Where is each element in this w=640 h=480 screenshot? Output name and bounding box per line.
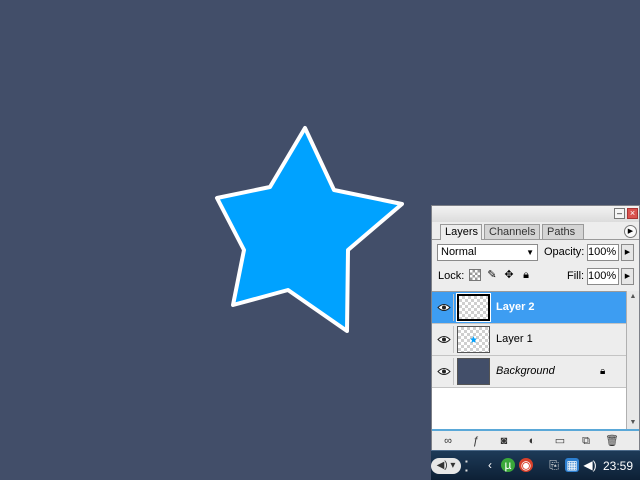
tab-layers[interactable]: Layers: [440, 224, 482, 240]
utorrent-icon[interactable]: µ: [501, 458, 515, 472]
volume-icon[interactable]: ◀): [583, 458, 597, 472]
lock-icon: 🔒︎: [600, 366, 606, 377]
tab-paths[interactable]: Paths: [542, 224, 584, 239]
visibility-toggle[interactable]: [434, 326, 454, 353]
eye-icon: [437, 368, 451, 375]
visibility-toggle[interactable]: [434, 294, 454, 321]
palette-footer: ∞ ƒ ◙ ◐ ▭ ⧉ 🗑︎: [432, 429, 639, 451]
speaker-icon[interactable]: ◀) ▾: [431, 458, 461, 474]
chevron-down-icon: ▼: [526, 248, 534, 257]
star-polygon: [215, 126, 404, 333]
lock-transparency-icon[interactable]: [469, 269, 481, 281]
arrow-left-icon[interactable]: ‹: [483, 458, 497, 472]
layer-name[interactable]: Layer 1: [496, 333, 533, 345]
folder-icon[interactable]: ▭: [552, 434, 568, 448]
lock-position-icon[interactable]: ✥: [503, 269, 515, 281]
visibility-toggle[interactable]: [434, 358, 454, 385]
opacity-label: Opacity:: [544, 246, 585, 258]
link-icon[interactable]: ∞: [440, 434, 456, 448]
lock-all-icon[interactable]: 🔒︎: [520, 269, 532, 281]
layer-name[interactable]: Layer 2: [496, 301, 535, 313]
layer-thumbnail: [457, 358, 490, 385]
mask-icon[interactable]: ◙: [496, 434, 512, 448]
new-layer-icon[interactable]: ⧉: [578, 434, 594, 448]
opacity-input[interactable]: 100%: [587, 244, 619, 261]
safely-remove-icon[interactable]: ⎘: [547, 458, 561, 472]
network-icon[interactable]: ▦: [565, 458, 579, 472]
layer-row-background[interactable]: Background 🔒︎: [432, 356, 626, 388]
layer-row-layer-1[interactable]: Layer 1: [432, 324, 626, 356]
tab-channels[interactable]: Channels: [484, 224, 540, 239]
layer-thumbnail: [456, 293, 491, 322]
windows-taskbar: ◀) ▾ ▪ ▪ ‹ µ ◉ ⎘ ▦ ◀) 23:59: [431, 450, 640, 480]
eye-icon: [437, 336, 451, 343]
scroll-up-icon[interactable]: ▲: [627, 291, 639, 303]
layer-list: Layer 2 Layer 1 Background 🔒︎: [432, 291, 626, 430]
opacity-slider-button[interactable]: ▶: [621, 244, 634, 261]
adjustment-icon[interactable]: ◐: [524, 434, 540, 448]
palette-titlebar[interactable]: – ×: [432, 206, 639, 222]
blend-mode-select[interactable]: Normal ▼: [437, 244, 538, 261]
fill-input[interactable]: 100%: [587, 268, 619, 285]
palette-menu-icon[interactable]: ▶: [624, 225, 637, 238]
lock-paint-icon[interactable]: ✎: [486, 269, 498, 281]
layer-row-layer-2[interactable]: Layer 2: [432, 292, 626, 324]
scroll-down-icon[interactable]: ▼: [627, 417, 639, 429]
layer-style-icon[interactable]: ƒ: [468, 434, 484, 448]
layer-name[interactable]: Background: [496, 365, 555, 377]
layer-thumbnail: [457, 326, 490, 353]
layer-list-scrollbar[interactable]: ▲ ▼: [626, 291, 639, 429]
taskbar-clock[interactable]: 23:59: [603, 459, 633, 473]
palette-tabs: Layers Channels Paths ▶: [432, 223, 639, 240]
show-desktop-icon[interactable]: ▪ ▪: [465, 457, 473, 475]
close-icon[interactable]: ×: [627, 208, 638, 219]
layers-palette: – × Layers Channels Paths ▶ Normal ▼ Opa…: [431, 205, 640, 451]
star-thumbnail-icon: [470, 336, 477, 343]
eye-icon: [437, 304, 451, 311]
fill-slider-button[interactable]: ▶: [621, 268, 634, 285]
antivirus-icon[interactable]: ◉: [519, 458, 533, 472]
lock-label: Lock:: [438, 270, 465, 282]
minimize-icon[interactable]: –: [614, 208, 625, 219]
fill-label: Fill:: [567, 270, 585, 282]
trash-icon[interactable]: 🗑︎: [604, 434, 620, 448]
blend-mode-value: Normal: [441, 246, 477, 258]
